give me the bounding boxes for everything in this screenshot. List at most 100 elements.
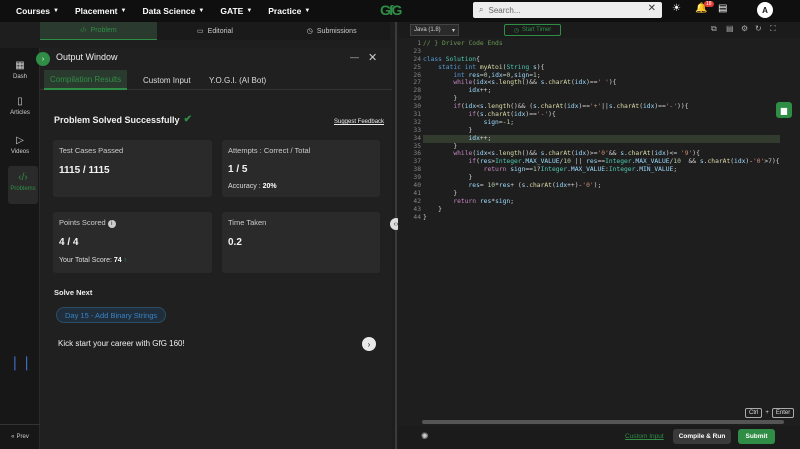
code-line: if(s.charAt(idx)=='-'){: [468, 111, 556, 119]
check-circle-icon: ✔: [183, 114, 192, 125]
settings-icon[interactable]: ⚙: [741, 24, 748, 33]
language-select[interactable]: Java (1.8) ▾: [410, 24, 459, 36]
sidebar-item-label: Problems: [10, 186, 36, 192]
points-card: Points Scored i 4 / 4 Your Total Score: …: [53, 212, 212, 273]
file-icon[interactable]: ▤: [726, 24, 734, 33]
line-number: 1: [417, 40, 421, 47]
code-content[interactable]: // } Driver Code Ends class Solution{ st…: [423, 40, 780, 221]
next-problem-link[interactable]: Day 15 - Add Binary Strings: [56, 307, 167, 323]
line-number: 43: [413, 205, 421, 213]
collapse-arrow-icon[interactable]: ›: [36, 52, 50, 66]
fullscreen-icon[interactable]: ⛶: [770, 24, 776, 34]
points-value: 4 / 4: [59, 237, 79, 248]
tab-custom-input[interactable]: Custom Input: [137, 70, 197, 90]
chevron-down-icon: ▼: [304, 8, 311, 14]
editor-toolbar: Java (1.8) ▾ ◷ Start Timer ⧉ ▤ ⚙ ↻ ⛶: [398, 22, 800, 38]
code-line: if(idx<s.length()&& (s.charAt(idx)=='+'|…: [453, 103, 689, 111]
output-window-title: Output Window: [56, 52, 118, 62]
horizontal-scrollbar[interactable]: [422, 420, 784, 424]
attempts-label: Attempts : Correct / Total: [228, 146, 311, 155]
code-line: int res=0,idx=0,sign=1;: [453, 71, 541, 79]
start-timer-button[interactable]: ◷ Start Timer: [504, 24, 561, 36]
tab-editorial-label: Editorial: [207, 27, 233, 35]
test-cases-card: Test Cases Passed 1115 / 1115: [53, 140, 212, 197]
line-number: 34: [413, 134, 421, 142]
code-line: }: [423, 126, 473, 134]
tab-yogi-ai-bot[interactable]: Y.O.G.I. (AI Bot): [203, 70, 272, 90]
line-number: 23: [413, 47, 421, 55]
code-editor[interactable]: 1 23 24 25 26 27 28 29 30 31 32 33 34 35…: [398, 38, 800, 424]
nav-placement[interactable]: Placement ▼: [75, 6, 126, 16]
sidebar-item-problems[interactable]: ‹/› Problems: [8, 166, 38, 204]
chevron-right-icon[interactable]: ›: [362, 337, 376, 351]
total-score: Your Total Score: 74 ↑: [59, 257, 127, 264]
code-line: res= 10*res+ (s.charAt(idx++)-'0');: [468, 182, 602, 190]
line-number: 32: [413, 118, 421, 126]
custom-input-link[interactable]: Custom Input: [625, 433, 664, 440]
sidebar-item-dash[interactable]: ▦ Dash: [0, 60, 40, 80]
video-icon: ▷: [16, 135, 24, 146]
submit-button[interactable]: Submit: [738, 429, 775, 444]
nav-data-science-label: Data Science: [142, 6, 196, 16]
tab-submissions[interactable]: ◷ Submissions: [273, 22, 390, 40]
line-number: 27: [413, 79, 421, 87]
lightbulb-icon[interactable]: ✺: [421, 431, 429, 442]
code-line: while(idx<s.length()&& s.charAt(idx)==' …: [453, 79, 617, 87]
sidebar-item-articles[interactable]: ▯ Articles: [0, 96, 40, 116]
tab-editorial[interactable]: ▭ Editorial: [157, 22, 274, 40]
timer-icon: ◷: [513, 27, 519, 34]
line-number: 37: [413, 158, 421, 166]
code-icon: ‹/›: [79, 27, 87, 34]
suggest-feedback-link[interactable]: Suggest Feedback: [334, 119, 384, 125]
line-number: 39: [413, 174, 421, 182]
key-enter: Enter: [771, 408, 795, 418]
gfg-small-logo-icon[interactable]: ❘❘: [9, 354, 32, 374]
points-label: Points Scored: [59, 218, 106, 227]
chat-icon[interactable]: ▆: [776, 102, 792, 118]
arrow-up-icon: ↑: [123, 257, 128, 264]
avatar[interactable]: A: [757, 2, 773, 18]
refresh-icon[interactable]: ↻: [755, 24, 762, 33]
info-icon[interactable]: i: [107, 220, 116, 228]
attempts-card: Attempts : Correct / Total 1 / 5 Accurac…: [222, 140, 380, 197]
test-cases-value: 1115 / 1115: [59, 165, 110, 176]
panel-divider[interactable]: [395, 22, 397, 449]
code-line: }: [423, 205, 442, 213]
clear-search-icon[interactable]: ✕: [648, 3, 656, 14]
nav-practice[interactable]: Practice ▼: [268, 6, 310, 16]
sidebar-item-label: Videos: [10, 149, 30, 155]
question-tabs: ‹/› Problem ▭ Editorial ◷ Submissions: [40, 22, 390, 40]
accuracy: Accuracy : 20%: [228, 183, 277, 190]
close-icon[interactable]: ✕: [368, 51, 377, 64]
translate-icon[interactable]: ▤: [718, 3, 727, 14]
search-input[interactable]: ⌕ Search... ✕: [473, 2, 662, 18]
tab-compilation-results[interactable]: Compilation Results: [44, 70, 128, 90]
time-card: Time Taken 0.2: [222, 212, 380, 273]
line-number: 36: [413, 150, 421, 158]
nav-gate[interactable]: GATE ▼: [220, 6, 252, 16]
total-score-label: Your Total Score:: [59, 257, 112, 264]
status-text: Problem Solved Successfully: [54, 114, 180, 125]
prev-button[interactable]: «Prev: [0, 424, 40, 449]
line-number: 41: [413, 189, 421, 197]
theme-icon[interactable]: ☀: [672, 3, 681, 14]
line-number: 24: [413, 55, 421, 63]
minimize-icon[interactable]: —: [350, 52, 359, 62]
code-line: static int myAtoi(String s){: [438, 63, 545, 71]
key-ctrl: Ctrl: [745, 408, 763, 418]
dashboard-icon: ▦: [15, 60, 25, 71]
code-icon: ‹/›: [18, 172, 28, 183]
timer-label: Start Timer: [521, 27, 552, 33]
gfg-logo[interactable]: GfG: [380, 2, 402, 18]
code-line: }: [423, 174, 473, 182]
tab-problem[interactable]: ‹/› Problem: [40, 22, 157, 40]
compile-run-button[interactable]: Compile & Run: [673, 429, 731, 444]
total-score-value: 74: [113, 257, 122, 264]
nav-courses[interactable]: Courses ▼: [16, 6, 59, 16]
nav-data-science[interactable]: Data Science ▼: [142, 6, 204, 16]
prev-label: Prev: [16, 434, 29, 440]
copy-icon[interactable]: ⧉: [711, 24, 717, 34]
solve-next-heading: Solve Next: [54, 288, 93, 297]
nav-gate-label: GATE: [220, 6, 244, 16]
sidebar-item-videos[interactable]: ▷ Videos: [0, 135, 40, 155]
